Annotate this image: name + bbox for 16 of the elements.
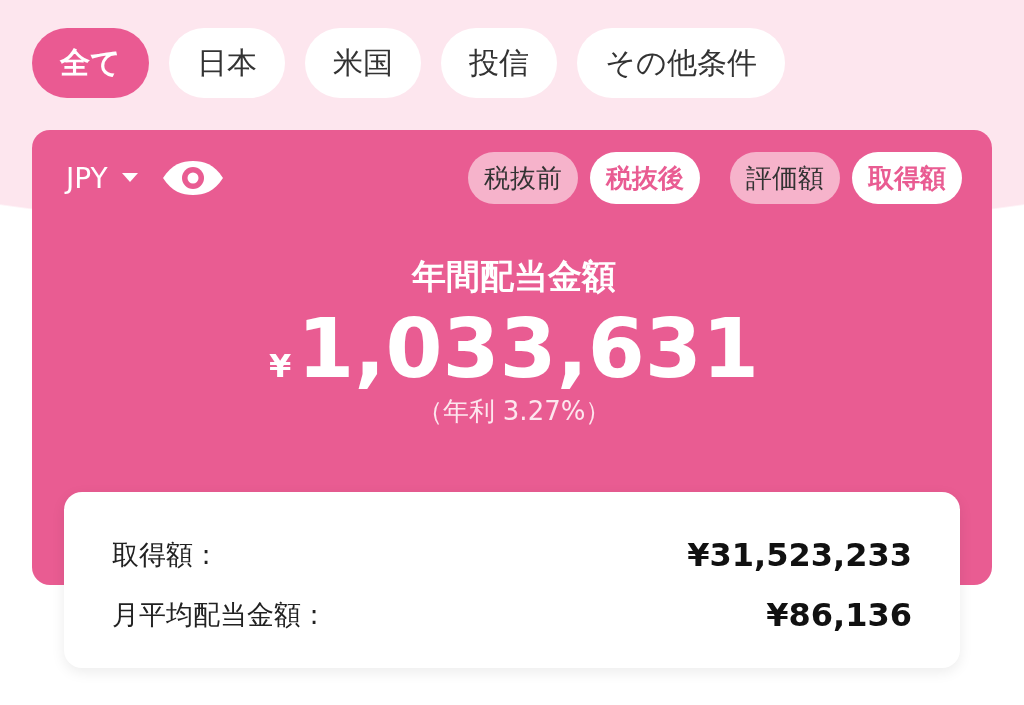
summary-label: 月平均配当金額 : [112,598,319,632]
eye-icon[interactable] [161,160,224,196]
basis-toggle[interactable]: 評価額 [730,152,840,204]
filter-chip[interactable]: 日本 [169,28,285,98]
filter-chip[interactable]: その他条件 [577,28,785,98]
summary-value: ¥31,523,233 [687,536,912,574]
summary-value: ¥86,136 [766,596,912,634]
tax-toggle[interactable]: 税抜前 [468,152,578,204]
caret-icon [121,173,138,183]
card-title: 年間配当金額 [412,255,616,298]
summary-label: 取得額 : [112,538,211,572]
filter-chip[interactable]: 米国 [305,28,421,98]
currency-symbol: ¥ [269,347,292,385]
yield-text: （年利 3.27%） [416,395,612,429]
filter-chip[interactable]: 投信 [441,28,557,98]
annual-dividend-amount: 1,033,631 [297,304,759,395]
